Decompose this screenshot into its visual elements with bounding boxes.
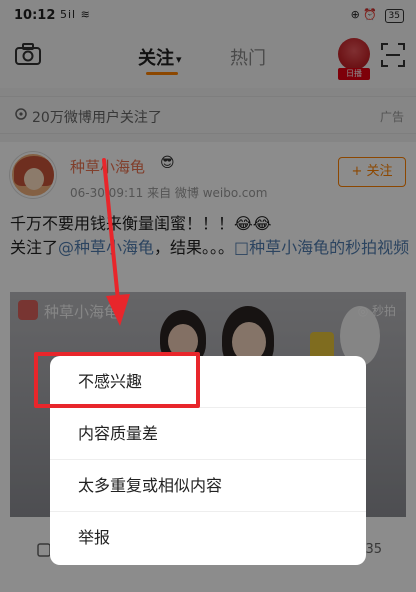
pointer-arrow — [102, 158, 130, 326]
